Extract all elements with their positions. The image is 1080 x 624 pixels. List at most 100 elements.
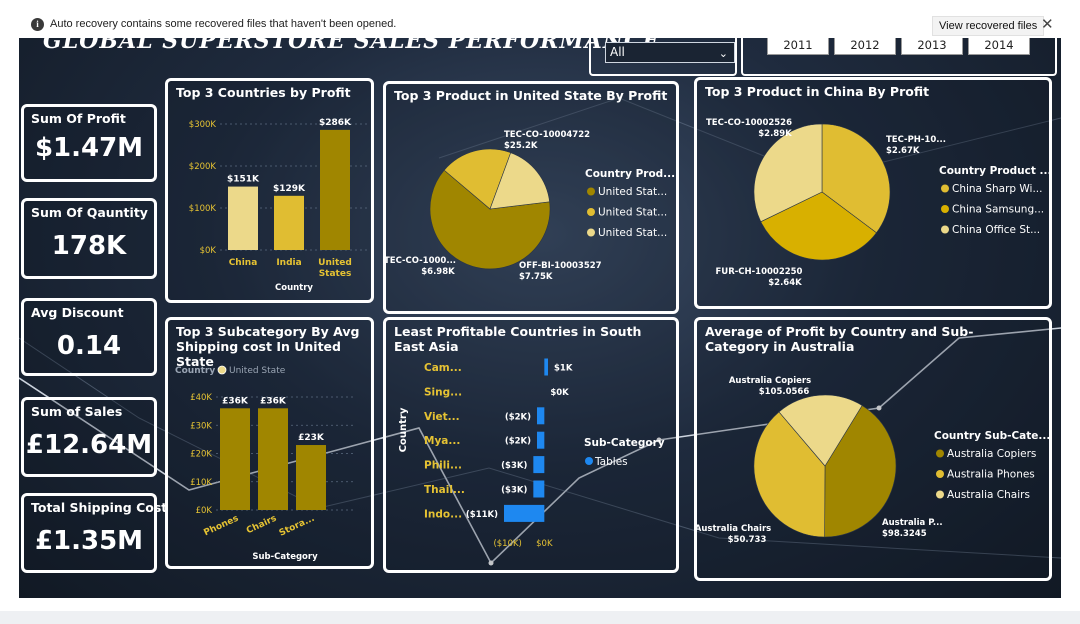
y-tick-label: Phili... bbox=[424, 460, 462, 472]
kpi-title: Avg Discount bbox=[31, 305, 124, 320]
chart-card-us-subcategory-shipping[interactable]: Top 3 Subcategory By Avg Shipping cost I… bbox=[165, 317, 374, 569]
bar bbox=[533, 456, 545, 474]
slice-value-label: $2.89K bbox=[758, 129, 792, 139]
y-tick-label: Thail... bbox=[424, 484, 465, 496]
slice-label: FUR-CH-10002250 bbox=[716, 267, 803, 277]
legend-marker bbox=[585, 457, 593, 465]
kpi-sum-of-profit[interactable]: Sum Of Profit $1.47M bbox=[21, 104, 157, 182]
chart-svg: $0K $100K $200K $300K $151K China $129K India $2… bbox=[189, 118, 368, 293]
legend-label: United Stat... bbox=[598, 227, 667, 239]
x-tick-label: $0K bbox=[536, 539, 553, 549]
legend-title: Sub-Category bbox=[584, 437, 665, 449]
slice-value-label: $2.67K bbox=[886, 146, 920, 156]
bar bbox=[220, 408, 250, 510]
legend-marker bbox=[936, 470, 944, 478]
legend-label: China Office St... bbox=[952, 224, 1040, 236]
slice-value-label: $98.3245 bbox=[882, 529, 927, 539]
slice-label: TEC-PH-10... bbox=[886, 135, 946, 145]
kpi-sum-of-quantity[interactable]: Sum Of Qauntity 178K bbox=[21, 198, 157, 279]
kpi-sum-of-sales[interactable]: Sum of Sales £12.64M bbox=[21, 397, 157, 477]
legend-label: China Sharp Wi... bbox=[952, 183, 1043, 195]
legend-marker bbox=[587, 228, 595, 237]
y-tick-label: Sing... bbox=[424, 386, 462, 398]
legend-label: Tables bbox=[594, 456, 628, 468]
y-tick-label: £0K bbox=[196, 506, 213, 516]
legend-title: Country Sub-Cate... bbox=[934, 430, 1049, 442]
x-axis-title: Country bbox=[275, 283, 313, 293]
data-label: £23K bbox=[298, 433, 325, 443]
slice-value-label: $50.733 bbox=[728, 535, 767, 545]
chart-svg: Australia Copiers$105.0566Australia P...… bbox=[697, 376, 1049, 545]
chart-card-top-countries-profit[interactable]: Top 3 Countries by Profit $0K $100K $200K $… bbox=[165, 78, 374, 303]
slice-label: Australia Copiers bbox=[729, 376, 811, 386]
legend-title: Country bbox=[175, 366, 215, 376]
kpi-total-shipping-cost[interactable]: Total Shipping Cost £1.35M bbox=[21, 493, 167, 573]
slice-label: Australia Chairs bbox=[697, 524, 771, 534]
chevron-down-icon[interactable]: ⌄ bbox=[719, 44, 728, 63]
legend-label: United State bbox=[229, 366, 286, 376]
x-tick-label: Phones bbox=[202, 514, 240, 539]
chart-card-us-products-profit[interactable]: Top 3 Product in United State By Profit … bbox=[383, 81, 679, 314]
year-button-2013[interactable]: 2013 bbox=[901, 38, 963, 55]
kpi-value: 0.14 bbox=[56, 331, 122, 361]
data-label: ($11K) bbox=[466, 510, 498, 520]
legend-marker bbox=[941, 225, 949, 234]
bar bbox=[320, 129, 350, 250]
page-title: GLOBAL SUPERSTORE SALES PERFORMANCE bbox=[43, 38, 661, 54]
slice-value-label: $25.2K bbox=[504, 141, 538, 151]
chart-svg: TEC-CO-10002526$2.89K TEC-PH-10...$2.67K F… bbox=[706, 118, 1049, 288]
chart-card-china-products-profit[interactable]: Top 3 Product in China By Profit TEC-CO-… bbox=[694, 77, 1052, 309]
data-label: ($2K) bbox=[505, 437, 531, 447]
kpi-avg-discount[interactable]: Avg Discount 0.14 bbox=[21, 298, 157, 376]
x-tick-label: ($10K) bbox=[493, 539, 521, 549]
y-tick-label: $100K bbox=[189, 204, 217, 214]
legend-title: Country Product ... bbox=[939, 165, 1049, 177]
legend-marker bbox=[941, 205, 949, 213]
y-tick-label: £40K bbox=[190, 393, 212, 403]
year-button-2011[interactable]: 2011 bbox=[767, 38, 829, 55]
kpi-value: 178K bbox=[51, 231, 127, 261]
data-label: $151K bbox=[227, 175, 260, 185]
kpi-title: Total Shipping Cost bbox=[31, 500, 168, 515]
data-label: £36K bbox=[222, 396, 249, 406]
country-slicer[interactable]: All ⌄ bbox=[589, 38, 737, 76]
data-label: $129K bbox=[273, 184, 306, 194]
kpi-title: Sum Of Qauntity bbox=[31, 205, 148, 220]
y-tick-label: £30K bbox=[190, 421, 212, 431]
x-tick-label: India bbox=[276, 258, 301, 268]
kpi-value: £12.64M bbox=[25, 430, 153, 460]
year-button-2014[interactable]: 2014 bbox=[968, 38, 1030, 55]
data-label: $286K bbox=[319, 118, 352, 128]
bar bbox=[258, 408, 288, 510]
x-tick-label: Chairs bbox=[245, 514, 278, 537]
notification-message: Auto recovery contains some recovered fi… bbox=[50, 18, 397, 30]
view-recovered-files-button[interactable]: View recovered files bbox=[932, 16, 1045, 36]
chart-svg: TEC-CO-10004722$25.2K OFF-BI-10003527$7.7… bbox=[386, 130, 675, 282]
year-button-2012[interactable]: 2012 bbox=[834, 38, 896, 55]
bar bbox=[537, 407, 545, 425]
y-tick-label: $200K bbox=[189, 162, 217, 172]
data-label: $0K bbox=[550, 388, 569, 398]
slice-value-label: $105.0566 bbox=[759, 387, 810, 397]
legend-label: Australia Phones bbox=[947, 469, 1035, 481]
chart-card-sea-least-profitable[interactable]: Least Profitable Countries in South East… bbox=[383, 317, 679, 573]
data-label: ($3K) bbox=[501, 486, 527, 496]
legend-marker bbox=[217, 365, 227, 375]
bar bbox=[296, 445, 326, 510]
status-strip bbox=[0, 611, 1080, 624]
kpi-title: Sum of Sales bbox=[31, 404, 123, 419]
x-tick-label: United bbox=[318, 258, 352, 268]
bar bbox=[274, 195, 304, 250]
y-tick-label: Mya... bbox=[424, 435, 460, 447]
bar bbox=[228, 186, 258, 250]
slice-label: TEC-CO-10004722 bbox=[504, 130, 590, 140]
slicer-dropdown[interactable]: All ⌄ bbox=[605, 42, 735, 63]
legend-marker bbox=[941, 184, 949, 193]
close-icon[interactable]: ✕ bbox=[1041, 15, 1054, 33]
x-tick-label: China bbox=[229, 258, 258, 268]
info-icon: i bbox=[31, 18, 44, 31]
bar bbox=[504, 504, 545, 522]
y-tick-label: Indo... bbox=[424, 508, 462, 520]
chart-card-australia-avg-profit[interactable]: Average of Profit by Country and Sub-Cat… bbox=[694, 317, 1052, 581]
report-canvas: GLOBAL SUPERSTORE SALES PERFORMANCE All … bbox=[19, 38, 1061, 598]
